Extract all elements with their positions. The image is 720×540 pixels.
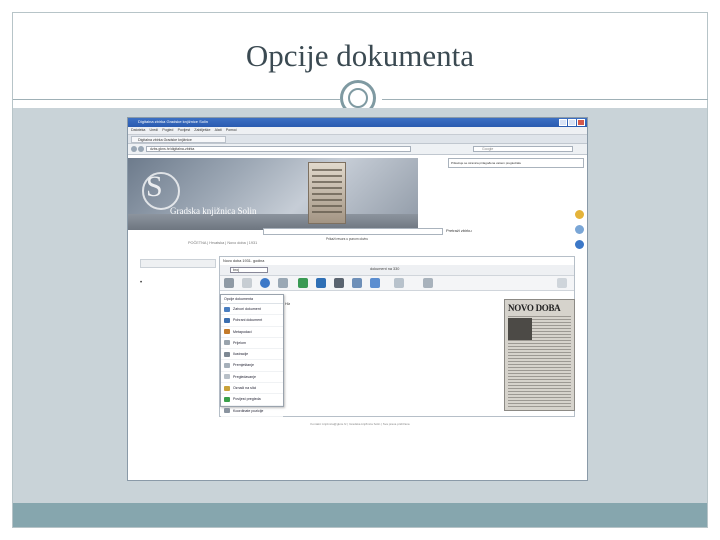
metadata-icon: [224, 329, 230, 335]
menu-item-metadata[interactable]: Metapodaci: [221, 327, 283, 338]
move-icon: [224, 362, 230, 368]
menu-item-view[interactable]: Pogled: [162, 128, 173, 132]
options-icon[interactable]: [224, 278, 234, 288]
browser-tab[interactable]: Digitalna zbirka Gradske knjižnice: [131, 136, 226, 143]
viewer-tool-toolbar: [220, 276, 574, 291]
title-rule-left: [13, 99, 340, 100]
menu-item-move[interactable]: Premještanje: [221, 360, 283, 372]
close-document-icon: [224, 306, 230, 312]
issue-select[interactable]: broj: [230, 267, 268, 273]
menu-item-view-history[interactable]: Povijest pregleda: [221, 394, 283, 406]
left-tool-strip: [140, 259, 216, 268]
slide-title: Opcije dokumenta: [245, 38, 475, 73]
menu-item-help[interactable]: Pomoć: [226, 128, 237, 132]
newspaper-masthead: NOVO DOBA: [508, 303, 561, 313]
menu-item-history[interactable]: Povijest: [178, 128, 191, 132]
layout-icon: [224, 340, 230, 346]
full-frame-link[interactable]: Prikaži resurs u punom okviru: [326, 237, 368, 241]
left-bullet: •: [140, 280, 143, 286]
title-rule-right: [382, 99, 708, 100]
browser-menubar: Datoteka Uredi Pogled Povijest Zabilješk…: [128, 127, 587, 135]
url-input[interactable]: dzbs.gkns.hr/digitalna-zbirka: [146, 146, 411, 152]
tools-icon[interactable]: [352, 278, 362, 288]
footer-bar: [13, 503, 707, 527]
browser-screenshot: Digitalna zbirka Gradske knjižnice Solin…: [127, 117, 588, 481]
arrow-left-icon[interactable]: [298, 278, 308, 288]
menu-item-close-document[interactable]: Zatvori dokument: [221, 304, 283, 316]
browse-icon: [224, 374, 230, 380]
side-icon-column: [575, 210, 587, 255]
newspaper-photo: [508, 318, 532, 340]
list-icon[interactable]: [423, 278, 433, 288]
collection-search-input[interactable]: [263, 228, 443, 235]
minimize-button[interactable]: [559, 119, 567, 126]
browser-search-input[interactable]: Google: [473, 146, 573, 152]
banner-text: Gradska knjižnica Solin: [170, 206, 257, 216]
settings-icon[interactable]: [575, 225, 584, 234]
navigation-bar: dzbs.gkns.hr/digitalna-zbirka Google: [128, 144, 587, 155]
breadcrumb[interactable]: POČETNA | Hrvatska | Novo doba | 1931: [188, 241, 257, 245]
window-titlebar: Digitalna zbirka Gradske knjižnice Solin: [128, 118, 587, 127]
mark-icon: [224, 385, 230, 391]
viewer-header: Novo doba 1931. godina: [223, 259, 265, 263]
save-icon[interactable]: [316, 278, 326, 288]
banner-building-image: [308, 162, 346, 224]
viewer-navigation-toolbar: broj dokument na 330: [220, 265, 574, 276]
menu-item-edit[interactable]: Uredi: [150, 128, 159, 132]
page-indicator: dokument na 330: [370, 267, 400, 271]
star-icon[interactable]: [394, 278, 404, 288]
page-footnote: Kontakt: knjiznica@gkns.hr | Gradska knj…: [310, 422, 410, 426]
menu-item-bookmarks[interactable]: Zabilješke: [194, 128, 210, 132]
menu-item-tools[interactable]: Alati: [215, 128, 222, 132]
menu-item-file[interactable]: Datoteka: [131, 128, 145, 132]
illustrations-icon: [224, 351, 230, 357]
menu-item-coordinates[interactable]: Koordinate pozicije: [221, 406, 283, 417]
redirect-notice: Prikazuje se stranica prilagođena vašem …: [448, 158, 584, 168]
refresh-icon[interactable]: [370, 278, 380, 288]
collection-search-button[interactable]: Pretraži zbirku: [446, 227, 476, 235]
crop-icon[interactable]: [334, 278, 344, 288]
history-icon: [224, 396, 230, 402]
info-icon[interactable]: [575, 240, 584, 249]
back-icon[interactable]: [131, 146, 137, 152]
expand-icon[interactable]: [557, 278, 567, 288]
forward-icon[interactable]: [138, 146, 144, 152]
library-logo-letter: S: [146, 170, 163, 203]
document-options-menu: Opcije dokumenta Zatvori dokument Pohran…: [220, 294, 284, 417]
menu-item-mark-on-image[interactable]: Označi na slici: [221, 383, 283, 395]
menu-item-save-document[interactable]: Pohrani dokument: [221, 315, 283, 327]
menu-header[interactable]: Opcije dokumenta: [221, 295, 283, 304]
text-fragment: Hlz: [285, 302, 291, 306]
menu-item-browse[interactable]: Pregledavanje: [221, 372, 283, 384]
menu-item-illustrations[interactable]: Ilustracije: [221, 349, 283, 361]
coordinates-icon: [224, 408, 230, 414]
site-banner: S Gradska knjižnica Solin: [128, 158, 418, 230]
info-icon[interactable]: [260, 278, 270, 288]
menu-item-layout[interactable]: Prijelom: [221, 338, 283, 350]
window-title: Digitalna zbirka Gradske knjižnice Solin: [138, 119, 209, 124]
newspaper-page-image[interactable]: NOVO DOBA: [504, 299, 575, 411]
maximize-button[interactable]: [568, 119, 576, 126]
browser-tabbar: Digitalna zbirka Gradske knjižnice: [128, 135, 587, 144]
page-icon[interactable]: [242, 278, 252, 288]
pencil-icon[interactable]: [575, 210, 584, 219]
save-document-icon: [224, 317, 230, 323]
close-button[interactable]: [577, 119, 585, 126]
home-icon[interactable]: [278, 278, 288, 288]
